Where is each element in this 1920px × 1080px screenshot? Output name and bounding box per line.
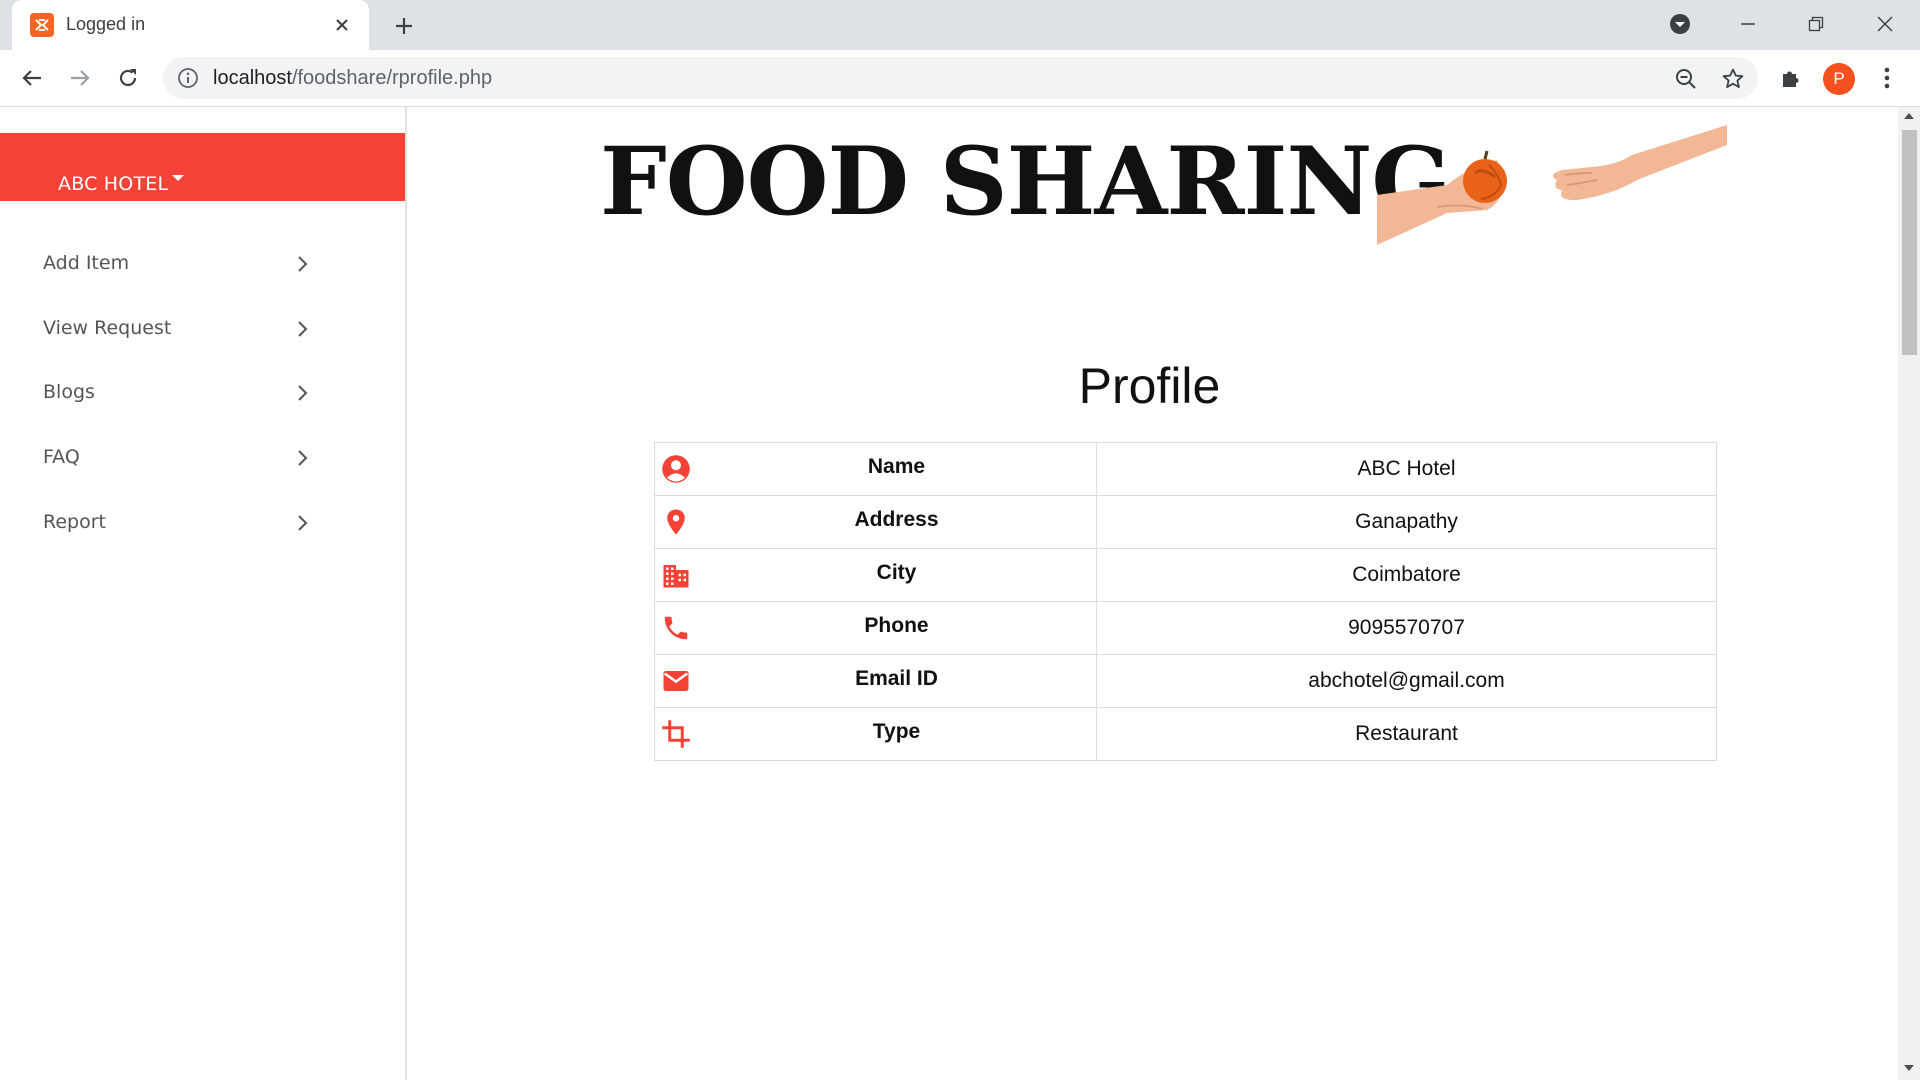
row-icon-cell [654,548,697,602]
field-label: Phone [697,601,1097,655]
field-label: Email ID [697,654,1097,708]
chevron-right-icon [298,321,308,337]
field-label: Address [697,495,1097,549]
city-building-icon [663,565,689,588]
email-icon [663,671,689,691]
table-row: Type Restaurant [654,707,1717,761]
sidebar-item-label: View Request [43,317,172,339]
sidebar-item-label: Blogs [43,381,95,403]
extensions-puzzle-icon[interactable] [1775,62,1807,94]
sidebar-item-view-request[interactable]: View Request [0,303,330,355]
profile-table: Name ABC Hotel Address Ganapathy City Co… [654,442,1717,761]
field-value: 9095570707 [1096,601,1717,655]
address-bar[interactable]: localhost/foodshare/rprofile.php [163,57,1758,99]
field-value: Restaurant [1096,707,1717,761]
sidebar: ABC HOTEL Add Item View Request Blogs FA… [0,107,407,1080]
sidebar-item-add-item[interactable]: Add Item [0,238,330,290]
new-tab-plus-icon[interactable] [388,10,420,42]
row-icon-cell [654,495,697,549]
field-label: Name [697,442,1097,496]
table-row: Email ID abchotel@gmail.com [654,654,1717,708]
field-label: Type [697,707,1097,761]
chevron-right-icon [298,385,308,401]
row-icon-cell [654,442,697,496]
bookmark-star-icon[interactable] [1720,66,1746,92]
browser-tab[interactable]: Logged in [12,0,369,52]
url-path: /foodshare/rprofile.php [291,67,493,89]
field-value: abchotel@gmail.com [1096,654,1717,708]
chevron-right-icon [298,450,308,466]
xampp-favicon-icon [30,13,54,37]
page-scrollbar[interactable] [1898,107,1920,1080]
close-window-icon[interactable] [1861,6,1909,42]
caret-down-icon [172,175,184,181]
field-value: ABC Hotel [1096,442,1717,496]
location-pin-icon [667,509,685,535]
sidebar-item-label: FAQ [43,446,80,468]
scroll-thumb[interactable] [1902,130,1917,355]
tab-title: Logged in [66,14,146,34]
table-row: City Coimbatore [654,548,1717,602]
field-value: Coimbatore [1096,548,1717,602]
brand-label: ABC HOTEL [58,173,169,195]
reload-icon[interactable] [110,60,146,96]
url-text: localhost/foodshare/rprofile.php [213,67,492,90]
table-row: Address Ganapathy [654,495,1717,549]
tab-search-icon[interactable] [1656,6,1704,42]
sidebar-item-report[interactable]: Report [0,497,330,549]
row-icon-cell [654,654,697,708]
table-row: Phone 9095570707 [654,601,1717,655]
chevron-right-icon [298,256,308,272]
tab-close-icon[interactable] [329,12,355,38]
back-arrow-icon[interactable] [14,60,50,96]
minimize-icon[interactable] [1724,6,1772,42]
sidebar-item-label: Report [43,511,106,533]
scroll-down-arrow-icon[interactable] [1904,1065,1914,1071]
sidebar-item-label: Add Item [43,252,130,274]
page-viewport: ABC HOTEL Add Item View Request Blogs FA… [0,107,1898,1080]
site-info-icon[interactable] [177,67,199,89]
browser-tab-strip: Logged in [0,0,1920,52]
scroll-up-arrow-icon[interactable] [1904,113,1914,119]
phone-icon [664,616,688,640]
zoom-icon[interactable] [1673,66,1699,92]
sidebar-item-faq[interactable]: FAQ [0,432,330,484]
browser-toolbar: localhost/foodshare/rprofile.php P [0,50,1920,107]
forward-arrow-icon[interactable] [62,60,98,96]
site-title: FOOD SHARING [600,127,1452,237]
chevron-right-icon [298,515,308,531]
row-icon-cell [654,707,697,761]
field-label: City [697,548,1097,602]
row-icon-cell [654,601,697,655]
restore-window-icon[interactable] [1792,6,1840,42]
food-sharing-hands-illustration [1377,125,1727,245]
profile-avatar[interactable]: P [1823,63,1855,95]
sidebar-item-blogs[interactable]: Blogs [0,367,330,419]
browser-menu-icon[interactable] [1871,62,1903,94]
table-row: Name ABC Hotel [654,442,1717,496]
url-host: localhost [213,67,292,89]
profile-heading: Profile [1078,358,1221,414]
main-content: FOOD SHARING Profile Name ABC Hotel Addr… [407,107,1898,1080]
brand-dropdown[interactable]: ABC HOTEL [0,133,405,201]
crop-icon [662,720,690,748]
field-value: Ganapathy [1096,495,1717,549]
account-circle-icon [662,455,690,483]
